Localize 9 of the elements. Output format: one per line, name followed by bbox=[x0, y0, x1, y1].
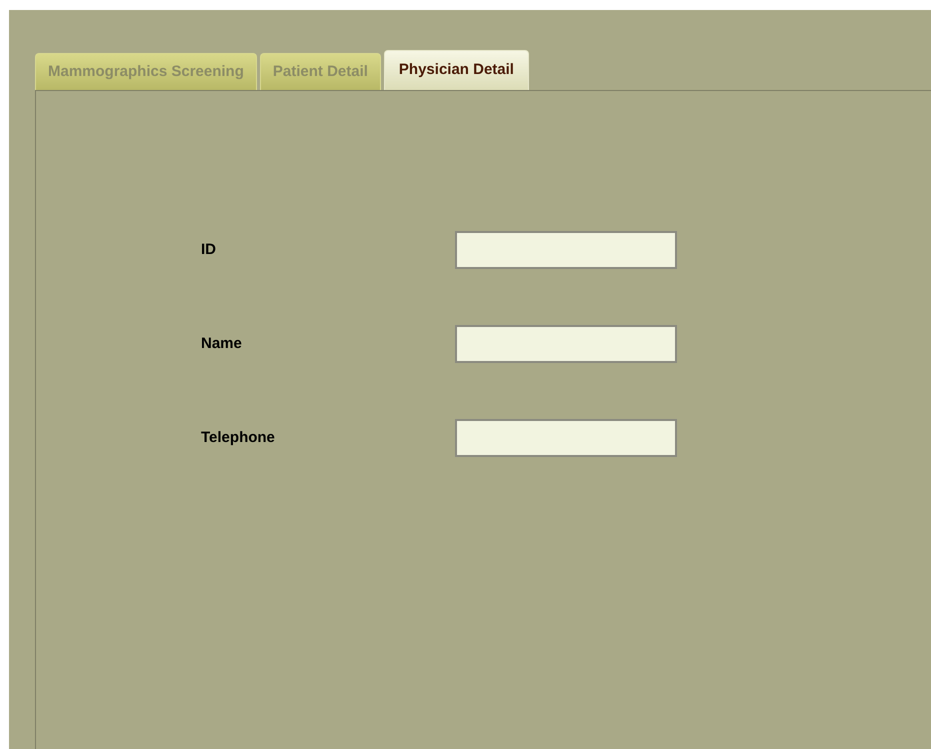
tab[interactable]: Patient Detail bbox=[260, 53, 381, 90]
field-label: Name bbox=[201, 334, 243, 354]
input-field[interactable] bbox=[455, 231, 677, 269]
field-label: ID bbox=[201, 240, 217, 260]
tab[interactable]: Physician Detail bbox=[384, 50, 529, 90]
tab[interactable]: Mammographics Screening bbox=[35, 53, 257, 90]
field-label: Telephone bbox=[201, 428, 276, 448]
input-field[interactable] bbox=[455, 419, 677, 457]
input-field[interactable] bbox=[455, 325, 677, 363]
